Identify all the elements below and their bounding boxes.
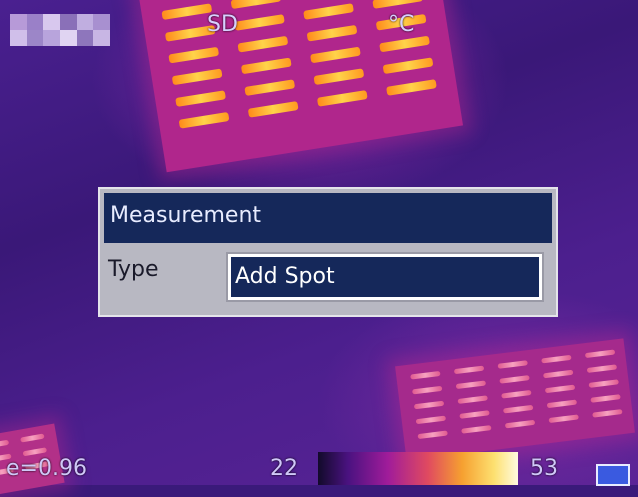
logo-block bbox=[43, 30, 60, 46]
heat-strip bbox=[461, 425, 492, 434]
heat-strip bbox=[372, 0, 424, 9]
heat-strip bbox=[584, 349, 616, 359]
heat-strip bbox=[586, 364, 618, 373]
heat-strip bbox=[230, 0, 282, 10]
heat-strip bbox=[592, 409, 623, 418]
logo-block bbox=[93, 14, 110, 30]
heat-strip bbox=[541, 354, 572, 364]
heat-strip bbox=[175, 90, 226, 107]
logo-block bbox=[59, 14, 77, 30]
heat-strip bbox=[544, 384, 576, 394]
temperature-unit: °C bbox=[388, 12, 415, 37]
heat-strip bbox=[503, 404, 534, 414]
logo-block bbox=[43, 14, 60, 30]
logo-block bbox=[76, 30, 94, 46]
status-bar: e=0.96 22 53 bbox=[0, 452, 638, 486]
storage-indicator: SD bbox=[207, 12, 238, 37]
heat-strip bbox=[412, 385, 443, 395]
heat-strip bbox=[382, 57, 434, 75]
color-scale-bar bbox=[318, 452, 518, 485]
heat-strip bbox=[240, 57, 292, 75]
heat-strip bbox=[410, 370, 441, 380]
logo-block bbox=[76, 14, 94, 30]
heat-strip bbox=[415, 415, 447, 425]
heat-strip bbox=[20, 433, 45, 443]
heat-strip bbox=[457, 395, 488, 404]
type-selector[interactable]: Add Spot bbox=[226, 252, 544, 302]
scale-max-temperature: 53 bbox=[530, 456, 558, 481]
heat-source-ceiling-light-bottom bbox=[395, 338, 635, 461]
heat-strip bbox=[237, 35, 289, 53]
heat-strip bbox=[310, 46, 361, 64]
measurement-dialog: Measurement Type Add Spot bbox=[98, 187, 558, 317]
heat-strip bbox=[306, 24, 358, 42]
heat-strip bbox=[171, 68, 223, 86]
heat-strip bbox=[0, 439, 10, 449]
display-mode-icon[interactable] bbox=[596, 464, 630, 486]
heat-strip bbox=[455, 380, 487, 390]
heat-strip bbox=[386, 79, 437, 96]
heat-strip bbox=[234, 14, 285, 31]
heat-strip bbox=[499, 375, 530, 384]
heat-strip bbox=[313, 68, 365, 86]
type-label: Type bbox=[108, 257, 159, 282]
logo-block bbox=[26, 30, 44, 46]
heat-strip bbox=[303, 3, 354, 20]
heat-strip bbox=[379, 35, 430, 53]
logo-block bbox=[10, 30, 27, 46]
type-selector-value: Add Spot bbox=[231, 257, 539, 297]
heat-strip bbox=[590, 394, 621, 403]
heat-strip bbox=[161, 3, 213, 21]
heat-strip bbox=[453, 365, 485, 375]
dialog-title: Measurement bbox=[104, 193, 552, 243]
brand-logo bbox=[10, 14, 110, 46]
heat-strip bbox=[178, 111, 230, 129]
heat-strip bbox=[459, 410, 490, 419]
heat-strip bbox=[417, 430, 448, 440]
logo-block bbox=[93, 30, 110, 46]
heat-strip bbox=[316, 90, 368, 107]
heat-strip bbox=[548, 414, 579, 424]
heat-strip bbox=[168, 46, 220, 64]
heat-strip bbox=[501, 389, 532, 399]
scale-min-temperature: 22 bbox=[270, 456, 298, 481]
logo-block bbox=[26, 14, 44, 30]
heat-strip bbox=[543, 369, 574, 379]
emissivity-readout: e=0.96 bbox=[6, 456, 87, 481]
heat-strip bbox=[497, 360, 528, 369]
logo-block bbox=[10, 14, 27, 30]
heat-strip bbox=[546, 399, 578, 409]
heat-strip bbox=[588, 379, 619, 388]
heat-strip bbox=[413, 400, 445, 410]
logo-block bbox=[59, 30, 77, 46]
heat-strip bbox=[244, 79, 296, 96]
heat-strip bbox=[504, 419, 536, 429]
heat-strip bbox=[247, 101, 299, 118]
